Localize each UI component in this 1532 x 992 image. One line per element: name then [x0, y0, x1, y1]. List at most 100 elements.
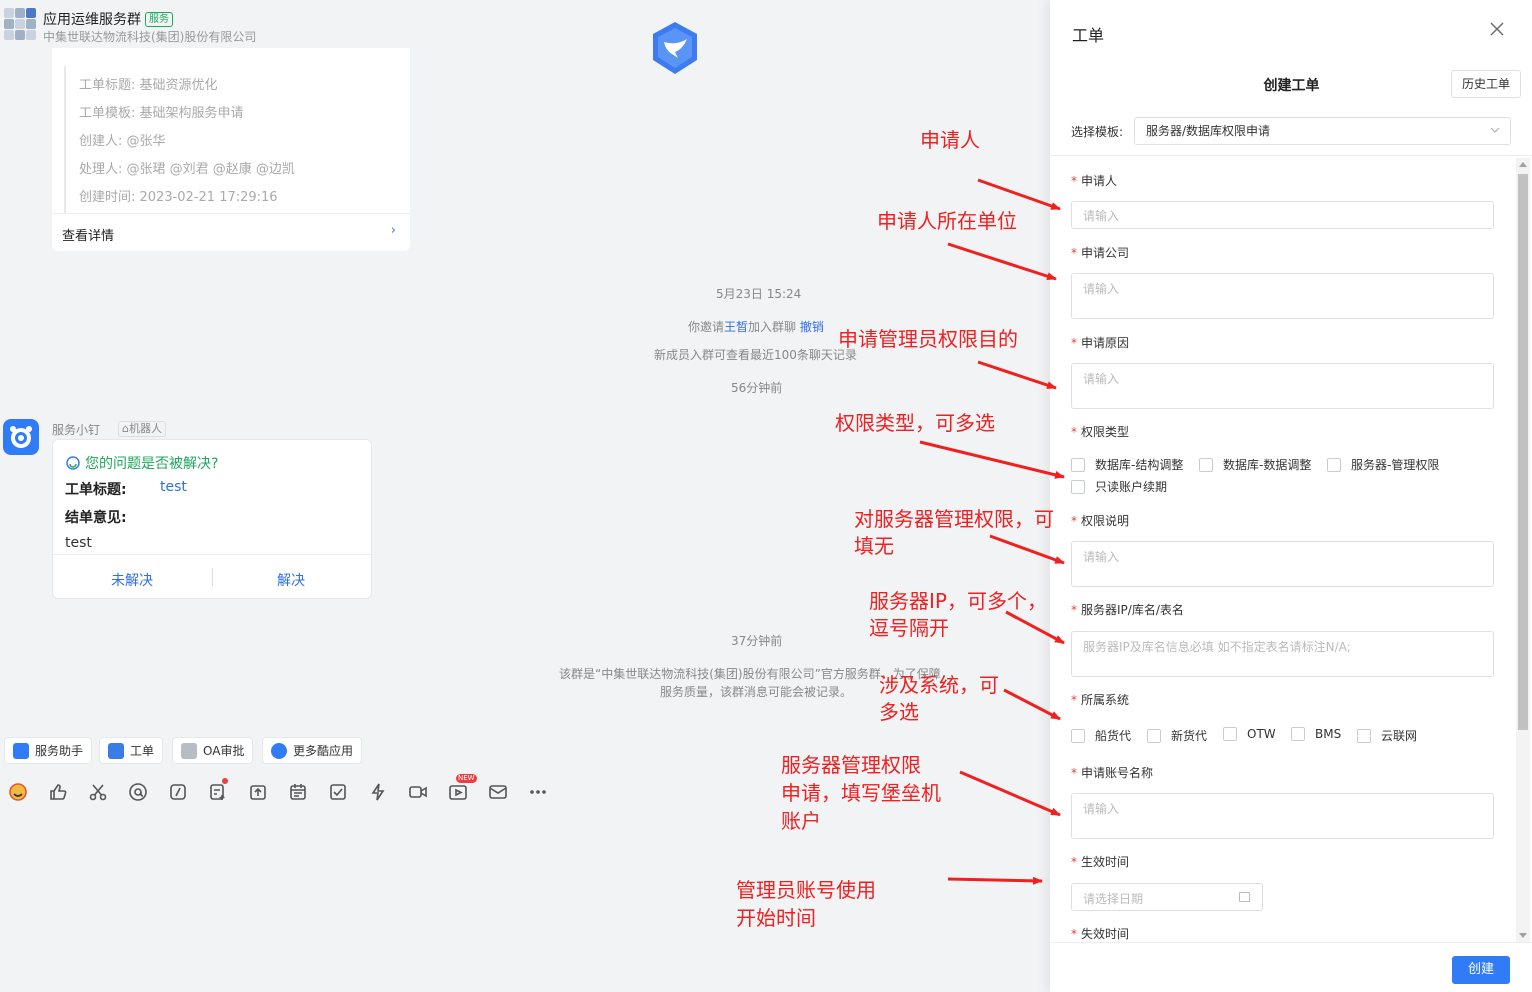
- system-option-0[interactable]: 船货代: [1071, 727, 1131, 744]
- perm-option-db-data[interactable]: 数据库-数据调整: [1199, 456, 1311, 473]
- create-button[interactable]: 创建: [1452, 956, 1510, 984]
- view-details-link[interactable]: 查看详情: [62, 225, 114, 244]
- note-add-icon[interactable]: [206, 778, 230, 806]
- system-option-bms[interactable]: BMS: [1291, 727, 1341, 741]
- template-label: 选择模板:: [1071, 125, 1124, 139]
- company-input[interactable]: 请输入: [1071, 273, 1494, 319]
- annotation-server-ip-line2: 逗号隔开: [869, 616, 949, 640]
- support-icon: [66, 456, 80, 470]
- checkbox: [1071, 479, 1085, 494]
- annotation-start-time-line2: 开始时间: [736, 906, 816, 930]
- ticket-creator-line: 创建人: @张华: [79, 134, 166, 149]
- date-separator: 5月23日 15:24: [716, 287, 802, 301]
- scroll-up-icon[interactable]: [1519, 162, 1527, 167]
- applicant-input[interactable]: 请输入: [1071, 201, 1494, 229]
- scissors-icon[interactable]: [86, 778, 110, 806]
- group-title[interactable]: 应用运维服务群 服务: [43, 9, 173, 29]
- notification-dot: [222, 778, 228, 784]
- mail-icon[interactable]: [486, 778, 510, 806]
- panel-title: 工单: [1072, 26, 1105, 45]
- system-option-otw[interactable]: OTW: [1223, 727, 1276, 741]
- dingtalk-logo-icon: [653, 22, 697, 74]
- checkbox: [1071, 457, 1085, 472]
- robot-icon: ⌂: [122, 422, 129, 435]
- invitee-link[interactable]: 王晳: [724, 320, 748, 334]
- quick-app-more[interactable]: 更多酷应用: [262, 737, 363, 764]
- annotation-applicant: 申请人: [920, 128, 980, 152]
- end-time-label: * 失效时间: [1071, 925, 1129, 942]
- bot-name: 服务小钉: [52, 423, 101, 437]
- quick-app-oa-approval[interactable]: OA审批: [172, 737, 254, 764]
- required-mark: *: [1071, 766, 1077, 780]
- emoji-icon[interactable]: [6, 778, 30, 806]
- perm-option-readonly-renewal[interactable]: 只读账户续期: [1071, 478, 1167, 495]
- chat-area: 应用运维服务群 服务 中集世联达物流科技(集团)股份有限公司 工单标题: 基础资源…: [0, 0, 1049, 992]
- official-note-line2: 服务质量，该群消息可能会被记录。: [660, 685, 853, 699]
- thumbs-up-icon[interactable]: [46, 778, 70, 806]
- upload-file-icon[interactable]: [246, 778, 270, 806]
- time-separator: 56分钟前: [731, 381, 783, 395]
- ticket-card[interactable]: 工单标题: 基础资源优化 工单模板: 基础架构服务申请 创建人: @张华 处理人…: [52, 48, 410, 251]
- group-avatar[interactable]: [4, 8, 36, 40]
- required-mark: *: [1071, 693, 1077, 707]
- chevron-right-icon: ›: [390, 223, 396, 238]
- checkbox: [1071, 728, 1085, 743]
- invite-suffix: 加入群聊: [748, 320, 797, 334]
- option-label: 云联网: [1381, 729, 1418, 743]
- scroll-down-icon[interactable]: [1519, 933, 1527, 938]
- video-call-icon[interactable]: [406, 778, 430, 806]
- unresolved-button[interactable]: 未解决: [111, 570, 153, 590]
- reason-input[interactable]: 请输入: [1071, 363, 1494, 409]
- panel-footer: 创建: [1050, 942, 1532, 992]
- more-icon[interactable]: [526, 778, 550, 806]
- account-input[interactable]: 请输入: [1071, 793, 1494, 839]
- checkbox: [1327, 457, 1341, 472]
- quick-app-service-assistant[interactable]: 服务助手: [4, 737, 93, 764]
- option-label: 新货代: [1171, 729, 1208, 743]
- annotation-system-line2: 多选: [879, 700, 919, 724]
- task-check-icon[interactable]: [326, 778, 350, 806]
- close-icon[interactable]: [1490, 22, 1504, 36]
- form-scrollbar[interactable]: [1516, 158, 1530, 942]
- divider: [52, 213, 410, 214]
- system-option-1[interactable]: 新货代: [1147, 727, 1207, 744]
- group-org: 中集世联达物流科技(集团)股份有限公司: [43, 30, 257, 44]
- mention-icon[interactable]: [126, 778, 150, 806]
- lightning-icon[interactable]: [366, 778, 390, 806]
- required-mark: *: [1071, 603, 1077, 617]
- slash-command-icon[interactable]: [166, 778, 190, 806]
- calendar-icon[interactable]: [286, 778, 310, 806]
- start-date-picker[interactable]: 请选择日期: [1071, 883, 1263, 911]
- live-play-icon[interactable]: NEW: [446, 774, 477, 806]
- service-assistant-icon: [13, 742, 29, 759]
- applicant-label: * 申请人: [1071, 172, 1117, 189]
- new-member-note: 新成员入群可查看最近100条聊天记录: [654, 348, 857, 362]
- group-name: 应用运维服务群: [43, 12, 141, 28]
- perm-option-server-admin[interactable]: 服务器-管理权限: [1327, 456, 1439, 473]
- history-tickets-button[interactable]: 历史工单: [1451, 70, 1521, 98]
- chevron-down-icon: [1490, 127, 1500, 133]
- system-option-4[interactable]: 云联网: [1357, 727, 1417, 744]
- perm-option-db-structure[interactable]: 数据库-结构调整: [1071, 456, 1183, 473]
- perm-desc-input[interactable]: 请输入: [1071, 541, 1494, 587]
- annotation-perm-desc-line2: 填无: [854, 534, 894, 558]
- annotation-server-ip-line1: 服务器IP，可多个，: [869, 589, 1047, 613]
- system-label-text: 所属系统: [1081, 693, 1130, 707]
- revoke-link[interactable]: 撤销: [800, 320, 824, 334]
- resolution-card: 您的问题是否被解决? 工单标题: test 结单意见: test 未解决 解决: [52, 439, 372, 599]
- service-badge: 服务: [145, 12, 173, 27]
- resolved-button[interactable]: 解决: [277, 570, 305, 590]
- calendar-icon: [1239, 892, 1250, 902]
- invite-prefix: 你邀请: [688, 320, 725, 334]
- checkbox: [1291, 727, 1305, 741]
- quick-app-label: 工单: [130, 744, 155, 758]
- ticket-title-value[interactable]: test: [160, 479, 187, 495]
- server-ip-input[interactable]: 服务器IP及库名信息必填 如不指定表名请标注N/A;: [1071, 631, 1494, 677]
- template-select[interactable]: 服务器/数据库权限申请: [1134, 117, 1511, 145]
- scroll-thumb[interactable]: [1518, 174, 1528, 730]
- quick-app-ticket[interactable]: 工单: [99, 737, 164, 764]
- oa-approval-icon: [181, 742, 197, 759]
- divider: [53, 554, 371, 555]
- bot-avatar[interactable]: [3, 419, 39, 455]
- reason-label: * 申请原因: [1071, 334, 1129, 351]
